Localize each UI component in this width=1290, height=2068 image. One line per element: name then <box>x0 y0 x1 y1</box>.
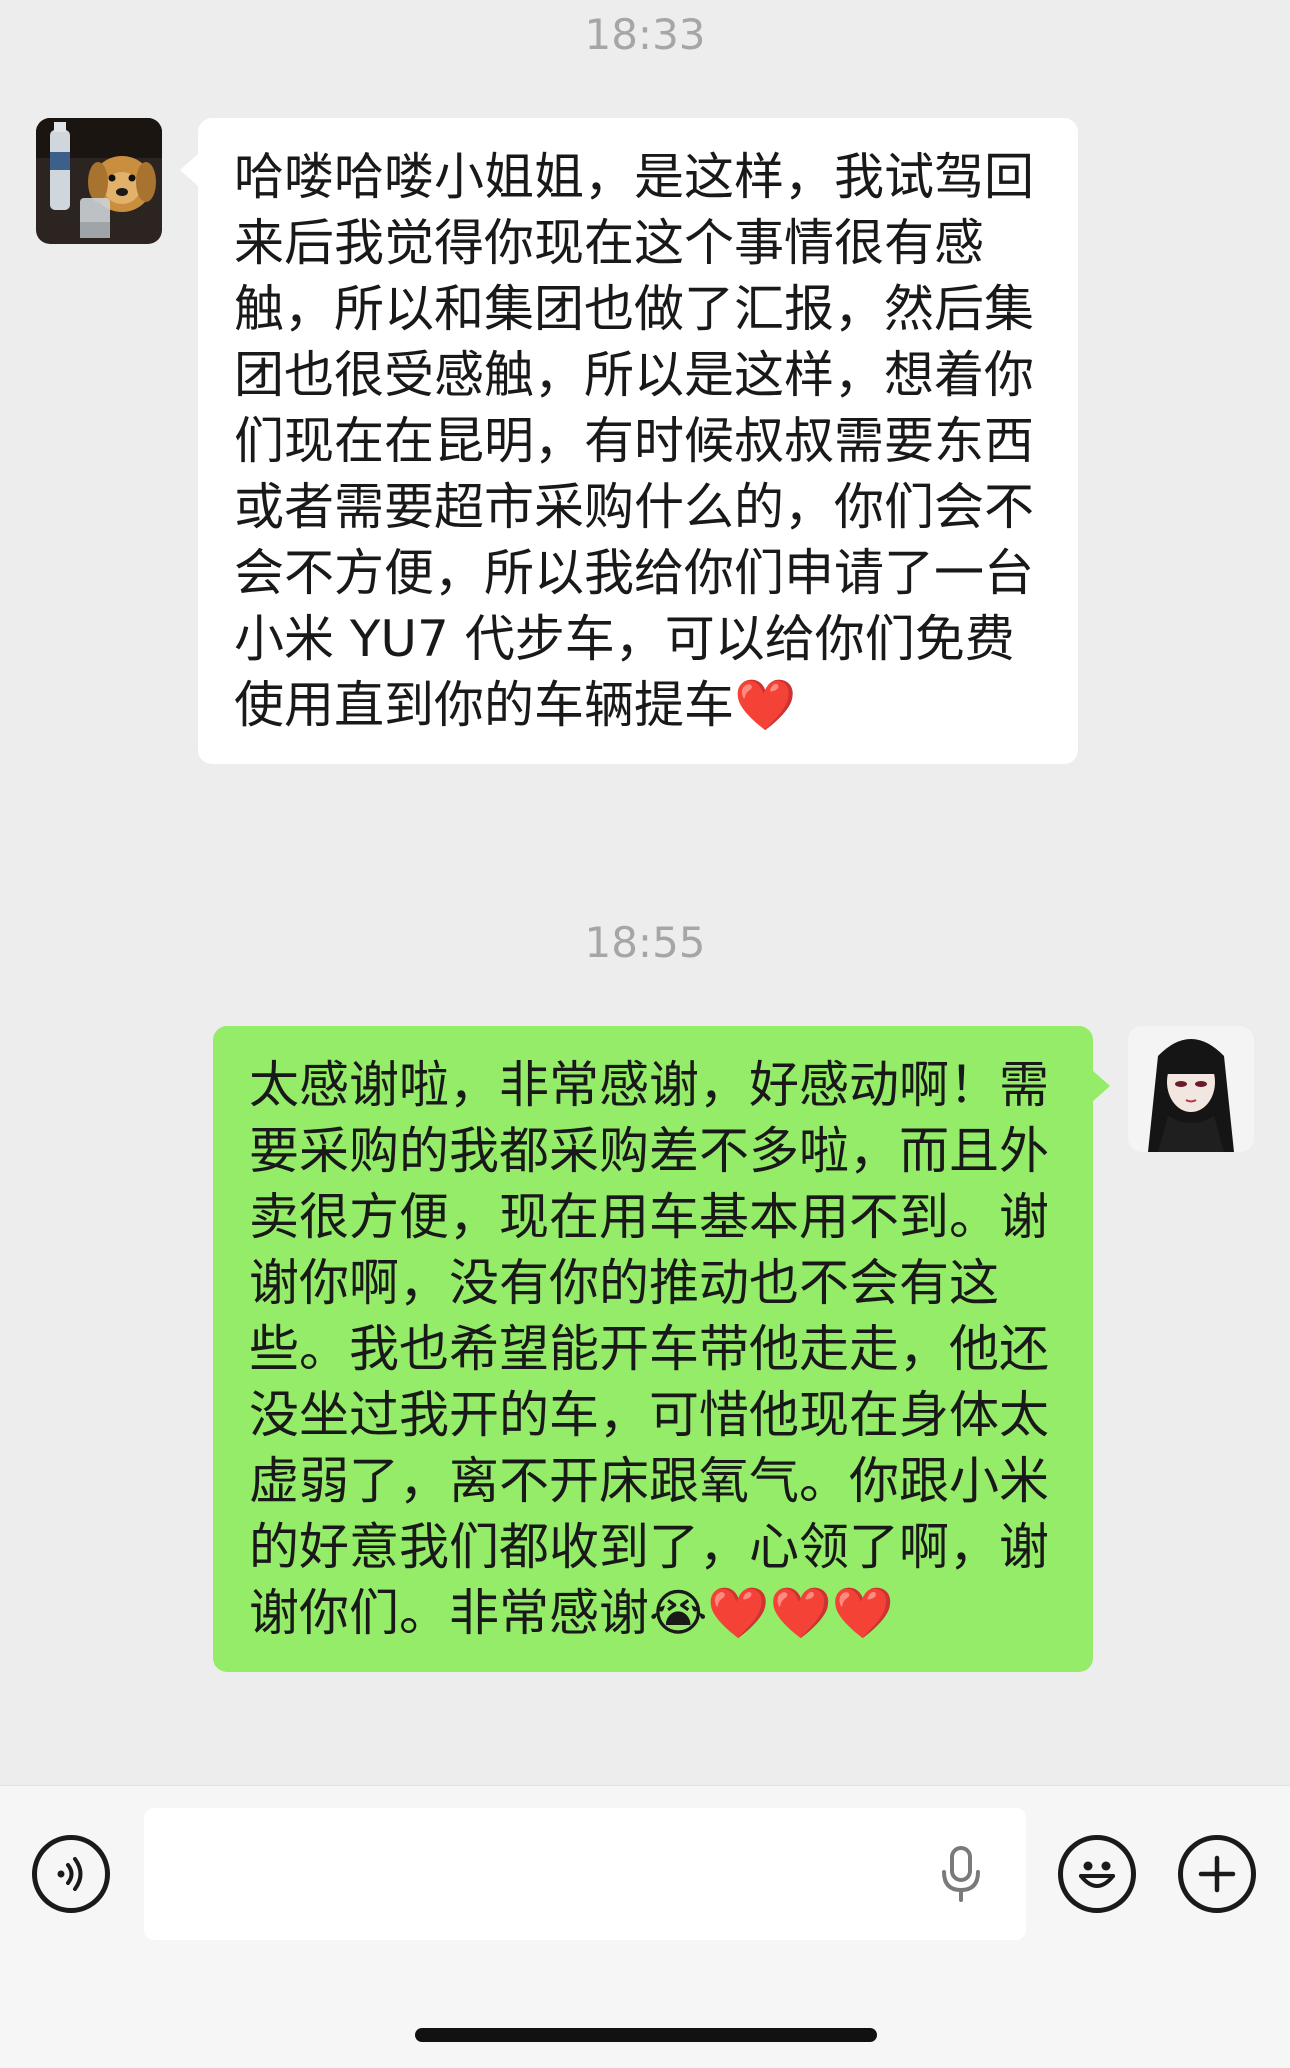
more-button[interactable] <box>1178 1835 1256 1913</box>
chat-input-bar <box>0 1785 1290 2068</box>
chat-area[interactable]: 18:33 哈喽哈喽小姐姐，是这样，我试驾回来后我觉得你现在这个事情很有感触，所… <box>0 0 1290 1785</box>
message-bubble-outgoing[interactable]: 太感谢啦，非常感谢，好感动啊！需要采购的我都采购差不多啦，而且外卖很方便，现在用… <box>213 1026 1093 1672</box>
message-timestamp: 18:33 <box>584 10 706 59</box>
message-input[interactable] <box>144 1808 1026 1940</box>
message-bubble-incoming[interactable]: 哈喽哈喽小姐姐，是这样，我试驾回来后我觉得你现在这个事情很有感触，所以和集团也做… <box>198 118 1078 764</box>
bubble-tail <box>1092 1070 1110 1102</box>
message-timestamp: 18:55 <box>584 918 706 967</box>
bubble-tail <box>180 154 198 186</box>
home-indicator <box>415 2028 877 2042</box>
microphone-icon <box>942 1846 980 1902</box>
microphone-button[interactable] <box>936 1844 986 1904</box>
voice-mode-icon <box>57 1857 83 1891</box>
message-text: 哈喽哈喽小姐姐，是这样，我试驾回来后我觉得你现在这个事情很有感触，所以和集团也做… <box>234 148 1034 734</box>
anime-girl-avatar-icon <box>1128 1026 1254 1152</box>
dog-photo-icon <box>36 118 162 244</box>
voice-mode-button[interactable] <box>32 1835 110 1913</box>
message-text: 太感谢啦，非常感谢，好感动啊！需要采购的我都采购差不多啦，而且外卖很方便，现在用… <box>249 1056 1049 1642</box>
user-avatar[interactable] <box>1128 1026 1254 1152</box>
emoji-icon <box>1079 1861 1115 1888</box>
contact-avatar[interactable] <box>36 118 162 244</box>
plus-icon <box>1198 1855 1236 1893</box>
emoji-button[interactable] <box>1058 1835 1136 1913</box>
